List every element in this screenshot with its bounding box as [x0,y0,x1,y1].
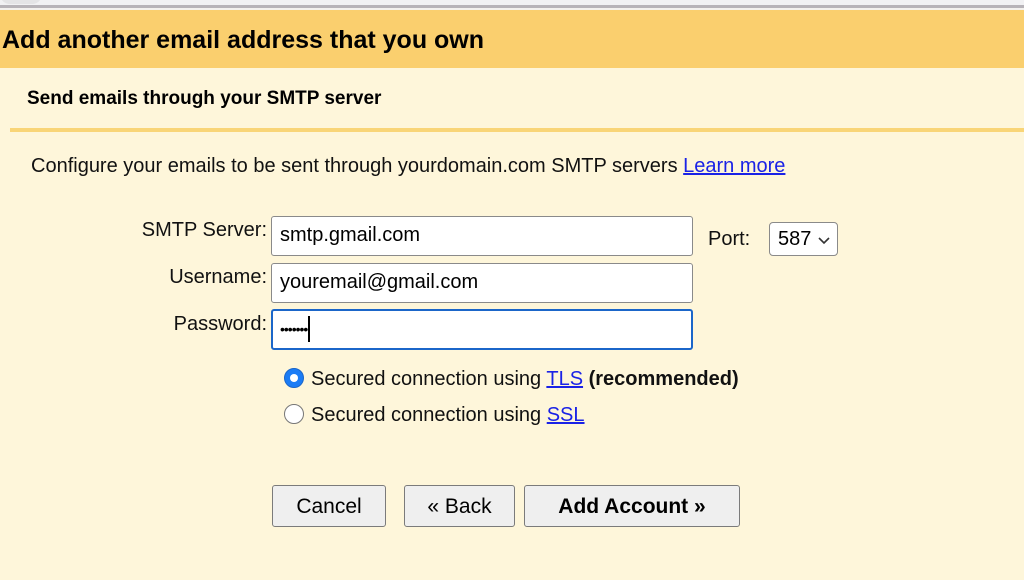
ssl-link[interactable]: SSL [547,404,585,426]
description: Configure your emails to be sent through… [31,153,785,179]
username-value: youremail@gmail.com [280,271,479,293]
password-masked-value: ••••••• [280,321,308,337]
port-select[interactable]: 587 [769,222,839,256]
smtp-server-input[interactable]: smtp.gmail.com [271,216,693,256]
password-label: Password: [173,313,267,335]
section-title: Send emails through your SMTP server [27,88,382,109]
port-label: Port: [708,228,751,250]
back-button[interactable]: « Back [404,485,515,527]
cancel-button[interactable]: Cancel [272,485,386,527]
tls-link[interactable]: TLS [546,368,583,390]
browser-tab-edge [0,0,42,4]
add-account-button[interactable]: Add Account » [524,485,740,527]
description-text: Configure your emails to be sent through… [31,155,684,177]
section-divider [10,128,1024,132]
username-label: Username: [169,266,267,288]
chevron-down-icon [817,228,831,252]
password-input[interactable]: ••••••• [271,309,693,350]
tls-option-text: Secured connection using [311,368,547,390]
tls-recommended-label: (recommended) [588,368,739,390]
smtp-server-value: smtp.gmail.com [280,224,421,246]
ssl-option-text: Secured connection using [311,404,547,426]
username-input[interactable]: youremail@gmail.com [271,263,693,303]
text-caret [308,316,311,342]
tls-radio-button[interactable] [284,368,304,388]
ssl-option[interactable]: Secured connection using SSL [284,403,585,427]
learn-more-link[interactable]: Learn more [683,155,785,177]
tls-option[interactable]: Secured connection using TLS (recommende… [284,367,739,391]
dialog-title: Add another email address that you own [2,26,485,54]
ssl-radio-button[interactable] [284,404,304,424]
port-value: 587 [778,228,812,250]
smtp-server-label: SMTP Server: [141,219,267,241]
